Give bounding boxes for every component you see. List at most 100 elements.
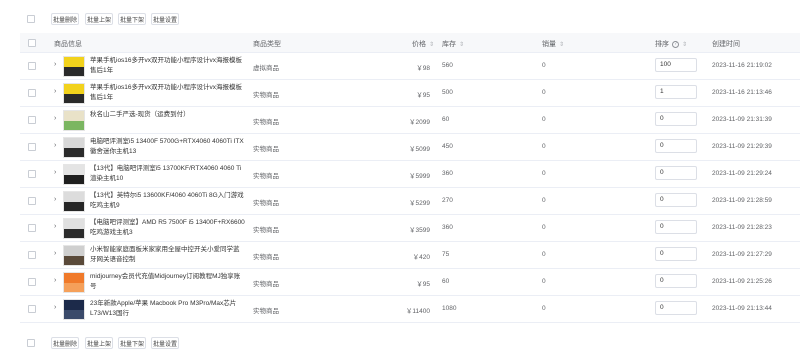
product-thumbnail [63,56,85,77]
bulk-delete-button[interactable]: 批量删除 [51,13,79,25]
product-sales: 0 [542,89,546,96]
sort-input[interactable]: 0 [655,301,697,315]
product-stock: 75 [442,251,450,258]
expand-icon[interactable]: › [54,277,56,284]
sort-caret-icon[interactable]: ⇕ [682,42,687,48]
bulk-list-button[interactable]: 批量上架 [85,13,113,25]
sort-input[interactable]: 0 [655,220,697,234]
sort-input[interactable]: 0 [655,274,697,288]
product-name[interactable]: 小米智能家庭面板米家家用全屋中控开关小爱同学蓝牙网关语音控制 [90,245,245,265]
expand-icon[interactable]: › [54,304,56,311]
product-stock: 560 [442,62,453,69]
product-type: 实物商品 [253,308,279,315]
expand-icon[interactable]: › [54,142,56,149]
bulk-settings-button[interactable]: 批量设置 [151,337,179,349]
table-row: › 23年新款Apple/苹果 Macbook Pro M3Pro/Max芯片L7… [20,296,800,323]
col-product-type: 商品类型 [253,41,281,48]
product-price: ￥95 [416,92,430,99]
sort-input[interactable]: 100 [655,58,697,72]
table-row: › 电脑吧评测室i5 13400F 5700G+RTX4060 4060Ti IT… [20,134,800,161]
product-sales: 0 [542,143,546,150]
col-created-at: 创建时间 [712,41,740,48]
col-price[interactable]: 价格 ⇕ [412,39,434,49]
product-thumbnail [63,83,85,104]
col-price-label: 价格 [412,41,426,48]
product-type: 实物商品 [253,146,279,153]
product-price: ￥5299 [409,200,430,207]
row-checkbox[interactable] [28,251,36,259]
col-product-info: 商品信息 [54,41,82,48]
product-name[interactable]: 23年新款Apple/苹果 Macbook Pro M3Pro/Max芯片L73… [90,299,245,319]
row-checkbox[interactable] [28,143,36,151]
sort-caret-icon[interactable]: ⇕ [559,42,564,48]
bulk-delist-button[interactable]: 批量下架 [118,337,146,349]
select-all-checkbox[interactable] [27,15,35,23]
header-checkbox[interactable] [28,39,36,47]
product-name[interactable]: 【13代】英特尔i5 13600KF/4060 4060Ti 8G入门游戏吃鸡主… [90,191,245,211]
product-type: 实物商品 [253,119,279,126]
select-all-checkbox[interactable] [27,339,35,347]
sort-input[interactable]: 0 [655,166,697,180]
product-name[interactable]: 秋名山二手严选-现货（运费到付） [90,110,245,120]
row-checkbox[interactable] [28,305,36,313]
product-price: ￥420 [412,254,430,261]
product-price: ￥5999 [409,173,430,180]
bulk-delist-button[interactable]: 批量下架 [118,13,146,25]
sort-input[interactable]: 0 [655,193,697,207]
product-stock: 1080 [442,305,457,312]
expand-icon[interactable]: › [54,223,56,230]
product-type: 实物商品 [253,254,279,261]
expand-icon[interactable]: › [54,196,56,203]
question-circle-icon[interactable]: ? [672,40,679,48]
expand-icon[interactable]: › [54,250,56,257]
product-created-at: 2023-11-09 21:28:59 [712,197,772,204]
product-sales: 0 [542,62,546,69]
expand-icon[interactable]: › [54,88,56,95]
row-checkbox[interactable] [28,224,36,232]
product-created-at: 2023-11-09 21:28:23 [712,224,772,231]
sort-input[interactable]: 0 [655,247,697,261]
table-row: › 秋名山二手严选-现货（运费到付） 实物商品 ￥2099 60 0 0 2023-11-09… [20,107,800,134]
row-checkbox[interactable] [28,278,36,286]
product-sales: 0 [542,116,546,123]
product-sales: 0 [542,278,546,285]
product-stock: 270 [442,197,453,204]
product-type: 实物商品 [253,173,279,180]
product-price: ￥3599 [409,227,430,234]
row-checkbox[interactable] [28,170,36,178]
sort-input[interactable]: 1 [655,85,697,99]
product-name[interactable]: 【13代】电脑吧评测室i5 13700KF/RTX4060 4060 Ti渲染主… [90,164,245,184]
expand-icon[interactable]: › [54,61,56,68]
product-stock: 500 [442,89,453,96]
product-created-at: 2023-11-09 21:31:39 [712,116,772,123]
expand-icon[interactable]: › [54,169,56,176]
product-created-at: 2023-11-16 21:19:02 [712,62,772,69]
row-checkbox[interactable] [28,116,36,124]
bulk-list-button[interactable]: 批量上架 [85,337,113,349]
col-stock[interactable]: 库存 ⇕ [442,39,464,49]
product-name[interactable]: 苹果手机ios16多开vx双开功能小程序设计vx海报模板售后1年 [90,83,245,103]
col-sales[interactable]: 销量 ⇕ [542,39,564,49]
row-checkbox[interactable] [28,197,36,205]
table-header: 商品信息 商品类型 价格 ⇕ 库存 ⇕ 销量 ⇕ 排序? ⇕ 创建时间 [20,33,800,53]
col-stock-label: 库存 [442,41,456,48]
table-row: › 【13代】电脑吧评测室i5 13700KF/RTX4060 4060 Ti渲染… [20,161,800,188]
product-name[interactable]: 【电脑吧评测室】AMD R5 7500F i5 13400F+RX6600 吃鸡… [90,218,245,238]
product-name[interactable]: 电脑吧评测室i5 13400F 5700G+RTX4060 4060Ti ITX… [90,137,245,157]
sort-input[interactable]: 0 [655,112,697,126]
product-name[interactable]: midjourney会员代充值Midjourney订阅教程MJ独享账号 [90,272,245,292]
product-sales: 0 [542,197,546,204]
product-stock: 60 [442,278,450,285]
row-checkbox[interactable] [28,89,36,97]
bulk-delete-button[interactable]: 批量删除 [51,337,79,349]
bulk-settings-button[interactable]: 批量设置 [151,13,179,25]
table-row: › 【电脑吧评测室】AMD R5 7500F i5 13400F+RX6600 吃… [20,215,800,242]
product-thumbnail [63,299,85,320]
product-stock: 450 [442,143,453,150]
expand-icon[interactable]: › [54,115,56,122]
sort-input[interactable]: 0 [655,139,697,153]
sort-caret-icon[interactable]: ⇕ [459,42,464,48]
product-name[interactable]: 苹果手机ios16多开vx双开功能小程序设计vx海报模板售后1年 [90,56,245,76]
sort-caret-icon[interactable]: ⇕ [429,42,434,48]
row-checkbox[interactable] [28,62,36,70]
